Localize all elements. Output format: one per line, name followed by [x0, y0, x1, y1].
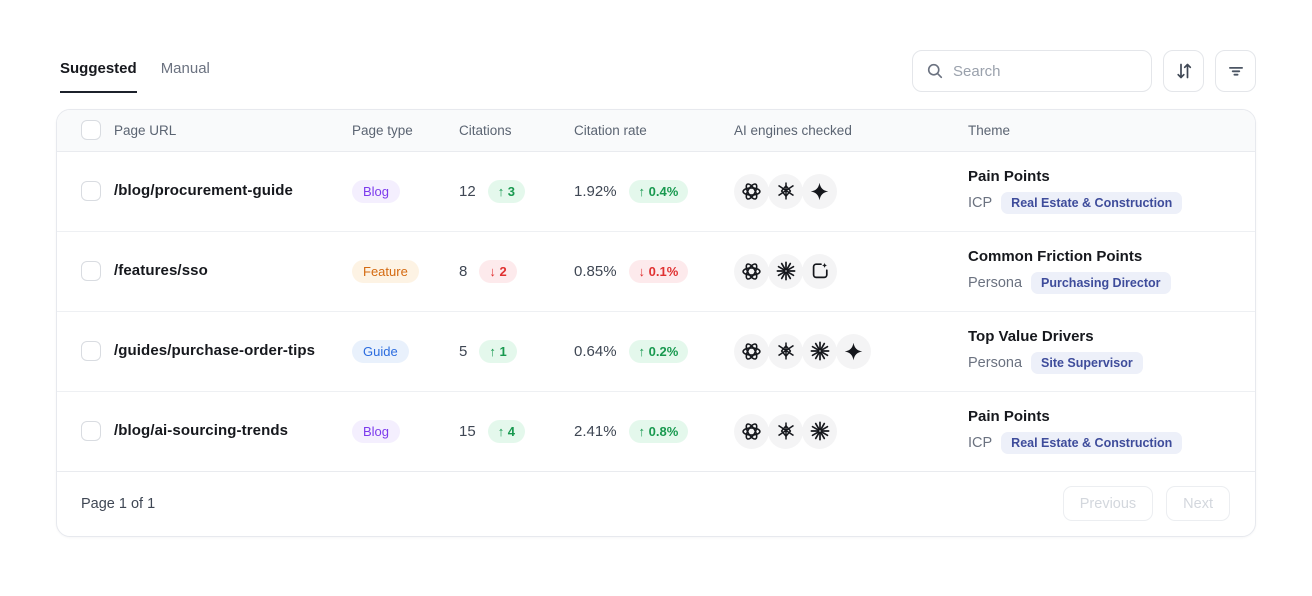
theme-tag-badge: Site Supervisor: [1031, 352, 1143, 374]
citations-delta-badge: ↑ 1: [479, 340, 516, 363]
page-type-badge: Guide: [352, 340, 409, 363]
perplexity-icon: [768, 414, 803, 449]
header-citation-rate: Citation rate: [574, 110, 734, 151]
table-row[interactable]: /features/sso Feature 8 ↓ 2 0.85% ↓ 0.1% C…: [57, 231, 1256, 311]
theme-title: Pain Points: [968, 408, 1256, 425]
claude-icon: [768, 254, 803, 289]
sort-button[interactable]: [1163, 50, 1204, 92]
perplexity-icon: [768, 334, 803, 369]
table-row[interactable]: /blog/procurement-guide Blog 12 ↑ 3 1.92%…: [57, 151, 1256, 231]
ai-engines-list: [734, 334, 968, 369]
openai-icon: [734, 334, 769, 369]
theme-title: Common Friction Points: [968, 248, 1256, 265]
row-checkbox[interactable]: [81, 421, 101, 441]
citations-delta-badge: ↑ 3: [488, 180, 525, 203]
citations-value: 12: [459, 183, 476, 200]
table-row[interactable]: /blog/ai-sourcing-trends Blog 15 ↑ 4 2.41…: [57, 391, 1256, 471]
page-url: /features/sso: [114, 262, 208, 279]
page-url: /blog/procurement-guide: [114, 182, 293, 199]
tab-list: Suggested Manual: [60, 50, 210, 93]
sparkle-box-icon: [802, 254, 837, 289]
citation-rate-delta-badge: ↑ 0.8%: [629, 420, 689, 443]
theme-tag-badge: Purchasing Director: [1031, 272, 1170, 294]
next-button[interactable]: Next: [1166, 486, 1230, 521]
page-type-badge: Feature: [352, 260, 419, 283]
perplexity-icon: [768, 174, 803, 209]
pages-table-card: Page URL Page type Citations Citation ra…: [56, 109, 1256, 537]
openai-icon: [734, 414, 769, 449]
page-url: /guides/purchase-order-tips: [114, 342, 315, 359]
citation-rate-delta-badge: ↑ 0.2%: [629, 340, 689, 363]
gemini-icon: [802, 174, 837, 209]
header-theme: Theme: [968, 110, 1256, 151]
citations-delta-badge: ↓ 2: [479, 260, 516, 283]
gemini-icon: [836, 334, 871, 369]
citation-rate-delta-badge: ↓ 0.1%: [629, 260, 689, 283]
page-info: Page 1 of 1: [81, 496, 155, 512]
citations-delta-badge: ↑ 4: [488, 420, 525, 443]
header-page-type: Page type: [352, 110, 459, 151]
theme-tag-badge: Real Estate & Construction: [1001, 432, 1182, 454]
search-box[interactable]: [912, 50, 1152, 92]
theme-kind-label: Persona: [968, 275, 1022, 291]
table-controls: [912, 50, 1256, 92]
tab-suggested[interactable]: Suggested: [60, 60, 137, 93]
header-citations: Citations: [459, 110, 574, 151]
page-type-badge: Blog: [352, 420, 400, 443]
citation-rate-value: 0.85%: [574, 263, 617, 280]
page-url: /blog/ai-sourcing-trends: [114, 422, 288, 439]
theme-kind-label: ICP: [968, 435, 992, 451]
row-checkbox[interactable]: [81, 261, 101, 281]
claude-icon: [802, 414, 837, 449]
citations-value: 5: [459, 343, 467, 360]
top-bar: Suggested Manual: [60, 50, 1256, 93]
pagination-footer: Page 1 of 1 Previous Next: [57, 472, 1255, 536]
table-row[interactable]: /guides/purchase-order-tips Guide 5 ↑ 1 0…: [57, 311, 1256, 391]
pages-table: Page URL Page type Citations Citation ra…: [57, 110, 1256, 472]
search-icon: [926, 62, 944, 80]
search-input[interactable]: [953, 63, 1138, 80]
header-ai-engines: AI engines checked: [734, 110, 968, 151]
openai-icon: [734, 254, 769, 289]
filter-icon: [1226, 61, 1246, 81]
theme-title: Pain Points: [968, 168, 1256, 185]
citation-rate-value: 1.92%: [574, 183, 617, 200]
tab-manual[interactable]: Manual: [161, 60, 210, 93]
openai-icon: [734, 174, 769, 209]
table-header-row: Page URL Page type Citations Citation ra…: [57, 110, 1256, 151]
page-type-badge: Blog: [352, 180, 400, 203]
row-checkbox[interactable]: [81, 181, 101, 201]
sort-icon: [1174, 61, 1194, 81]
row-checkbox[interactable]: [81, 341, 101, 361]
header-page-url: Page URL: [114, 110, 352, 151]
citation-rate-delta-badge: ↑ 0.4%: [629, 180, 689, 203]
theme-tag-badge: Real Estate & Construction: [1001, 192, 1182, 214]
theme-kind-label: ICP: [968, 195, 992, 211]
citations-value: 8: [459, 263, 467, 280]
previous-button[interactable]: Previous: [1063, 486, 1153, 521]
citations-value: 15: [459, 423, 476, 440]
filter-button[interactable]: [1215, 50, 1256, 92]
ai-engines-list: [734, 174, 968, 209]
ai-engines-list: [734, 414, 968, 449]
ai-engines-list: [734, 254, 968, 289]
theme-kind-label: Persona: [968, 355, 1022, 371]
select-all-checkbox[interactable]: [81, 120, 101, 140]
citation-rate-value: 2.41%: [574, 423, 617, 440]
citation-rate-value: 0.64%: [574, 343, 617, 360]
pager: Previous Next: [1063, 486, 1230, 521]
claude-icon: [802, 334, 837, 369]
theme-title: Top Value Drivers: [968, 328, 1256, 345]
